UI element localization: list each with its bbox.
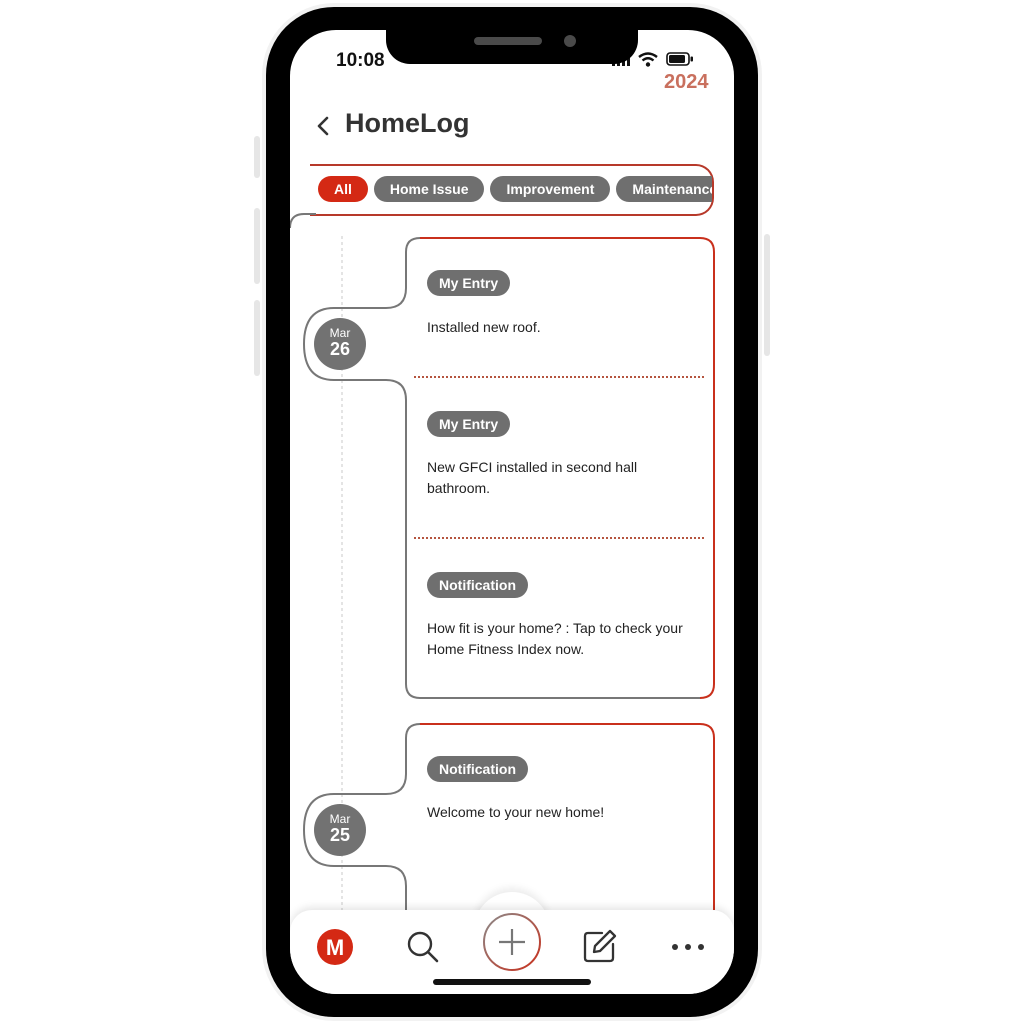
more-icon[interactable] <box>670 942 706 952</box>
entry-text[interactable]: Installed new roof. <box>427 317 687 338</box>
date-day: 26 <box>329 339 351 359</box>
date-badge: Mar 25 <box>314 804 366 856</box>
logo-icon[interactable]: M <box>316 928 354 966</box>
date-day: 25 <box>329 825 351 845</box>
edit-icon[interactable] <box>582 928 618 964</box>
power-button <box>764 234 770 356</box>
search-icon[interactable] <box>406 930 440 964</box>
phone-screen: 10:08 2024 HomeLog All Home Issue Improv… <box>290 30 734 994</box>
volume-up-button <box>254 208 260 284</box>
home-indicator[interactable] <box>433 979 591 985</box>
entry-text[interactable]: Welcome to your new home! <box>427 802 687 823</box>
date-month: Mar <box>329 326 351 340</box>
logo-letter: M <box>326 935 344 960</box>
plus-icon[interactable] <box>482 912 542 972</box>
mute-switch <box>254 136 260 178</box>
entry-tag: My Entry <box>427 270 511 296</box>
entry-tag: Notification <box>427 572 528 598</box>
entry-divider <box>414 537 704 539</box>
entry-divider <box>414 376 704 378</box>
entry-tag: Notification <box>427 756 528 782</box>
entry-text[interactable]: New GFCI installed in second hall bathro… <box>427 457 687 499</box>
date-badge: Mar 26 <box>314 318 366 370</box>
entry-text[interactable]: How fit is your home? : Tap to check you… <box>427 618 687 660</box>
date-month: Mar <box>329 812 351 826</box>
entry-tag: My Entry <box>427 411 511 437</box>
volume-down-button <box>254 300 260 376</box>
